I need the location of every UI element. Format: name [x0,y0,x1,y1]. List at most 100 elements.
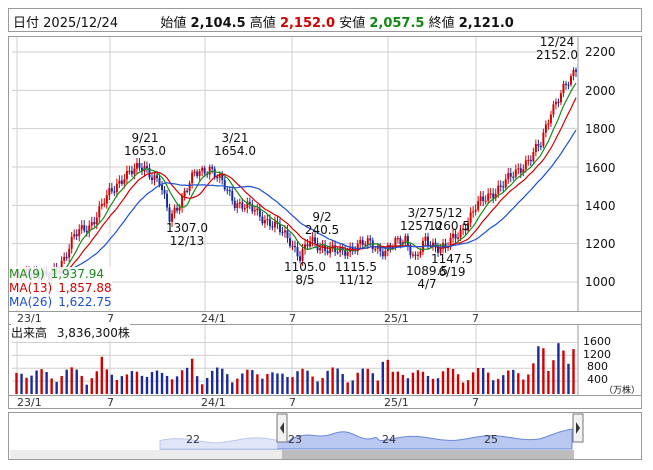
candle-body [286,230,289,239]
annotation-price: 1260.5 [428,219,470,233]
volume-bar [426,375,430,394]
volume-bar [291,377,294,394]
candle-body [514,169,517,177]
candle-body [567,84,570,86]
volume-bar [236,378,239,394]
volume-bar [306,370,309,394]
candle-body [263,219,266,224]
candle-body [196,171,199,176]
volume-bar [140,375,144,394]
volume-bar [492,380,495,394]
candle-body [306,244,309,247]
candle-body [63,256,66,261]
volume-bar [486,372,490,394]
candle-body [125,170,128,180]
volume-bar [125,374,129,394]
navigator-scrollbar-track[interactable] [10,450,282,459]
candle-body [399,237,402,245]
candle-body [419,251,422,255]
volume-bar [451,368,455,394]
ma9-label: MA(9) [9,267,45,281]
volume-bar [416,370,420,394]
candle-body [233,200,236,208]
price-candles [15,67,577,285]
volume-bar [456,374,460,394]
volume-bar [391,371,395,394]
volume-bar [160,373,164,394]
annotation-date: 3/27 [408,206,435,220]
volume-bar [105,369,109,394]
candle-body [416,254,419,256]
annotation-price: 240.5 [305,223,339,237]
volume-bar [471,372,475,394]
volume-unit: （万株） [604,384,640,396]
volume-bar [55,381,58,394]
volume-bar [517,373,520,394]
volume-bar [241,373,244,394]
price-tick: 1400 [585,199,616,213]
volume-bar [446,367,450,394]
x-tick: 7 [289,396,296,409]
annotation-date: 9/2 [312,210,331,224]
candle-body [145,166,148,169]
candle-body [547,123,550,125]
x-tick: 7 [289,312,296,325]
navigator-scrollbar-thumb[interactable] [282,450,574,459]
candle-body [294,245,296,248]
candle-body [575,69,577,72]
annotation-date: 4/7 [417,277,436,291]
volume-bar [537,346,540,394]
candle-body [153,175,156,181]
volume-bar [246,369,249,394]
candle-body [319,247,322,251]
ma13-label: MA(13) [9,281,53,295]
candle-body [231,190,234,201]
volume-bar [376,380,379,394]
volume-bar [35,370,38,394]
candle-body [552,104,555,115]
volume-bar [256,374,259,394]
annotation-price: 1654.0 [214,144,256,158]
candle-body [241,202,244,209]
candle-body [549,114,552,124]
candle-body [326,250,329,254]
volume-bar [25,377,28,394]
candle-body [166,193,169,208]
candle-body [532,152,535,162]
candle-body [158,177,161,186]
candle-body [296,247,299,257]
volume-bar [211,370,214,394]
price-axis: 2200 2000 1800 1600 1400 1200 1000 [585,45,616,289]
volume-bar [115,379,119,394]
volume-bar [371,373,374,394]
price-tick: 2000 [585,84,616,98]
volume-axis: 1600 1200 800 400 （万株） [583,335,640,396]
candle-body [394,238,397,247]
candle-body [98,206,101,218]
candle-body [120,180,123,184]
volume-bar [205,377,209,394]
navigator-left-handle[interactable] [276,413,288,443]
annotation-date: 9/21 [132,131,159,145]
volume-bar [50,378,53,394]
volume-bar [356,372,359,394]
candle-body [130,170,133,175]
candle-body [374,248,377,251]
annotation-price: 2152.0 [536,48,578,62]
volume-bar [170,379,174,394]
moving-average-lines [29,82,577,276]
candle-body [487,193,490,201]
navigator-mask [10,413,277,449]
volume-title-label: 出来高 [11,326,48,340]
x-tick: 7 [107,396,114,409]
annotation-price: 1147.5 [431,252,473,266]
price-tick: 1200 [585,237,616,251]
candle-body [211,166,214,169]
candle-body [83,225,86,231]
candle-body [226,189,229,191]
volume-bar [271,372,274,394]
volume-bar [311,376,314,394]
navigator-right-handle[interactable] [572,413,584,443]
navigator-year: 22 [186,433,200,446]
candle-body [283,230,286,233]
